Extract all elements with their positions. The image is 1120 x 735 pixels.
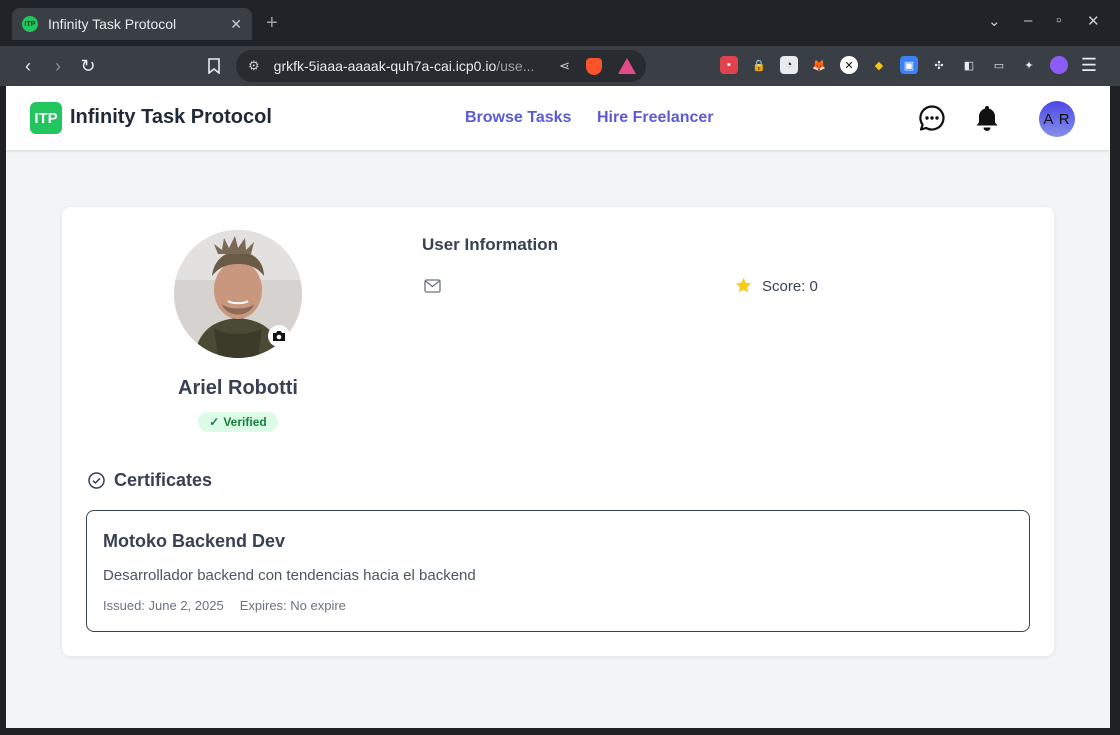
mail-icon [424,279,441,293]
tab-list-chevron-icon[interactable]: ⌄ [988,12,1001,30]
chat-icon[interactable] [918,104,946,132]
user-information-title: User Information [422,235,559,254]
bell-icon[interactable] [974,104,1000,132]
certificate-issued: Issued: June 2, 2025 [103,598,224,613]
certificate-meta: Issued: June 2, 2025 Expires: No expire [103,598,346,613]
lock-extension-icon[interactable]: 🔒 [750,56,768,74]
browser-tab[interactable]: ITP Infinity Task Protocol ✕ [12,8,252,40]
tab-favicon: ITP [22,16,38,32]
certificates-heading: Certificates [114,470,213,490]
star-icon [736,278,751,293]
extensions-puzzle-icon[interactable]: ✣ [930,56,948,74]
tab-title: Infinity Task Protocol [48,16,177,32]
url-host: grkfk-5iaaa-aaaak-quh7a-cai.icp0.io [273,58,497,74]
logo-text[interactable]: Infinity Task Protocol [70,106,272,129]
bookmark-icon[interactable] [202,54,226,78]
bee-extension-icon[interactable]: ◆ [870,56,888,74]
certificate-name: Motoko Backend Dev [103,531,286,551]
nav-link-browse-tasks[interactable]: Browse Tasks [465,109,571,127]
avatar[interactable]: A R [1039,101,1075,137]
new-tab-button[interactable]: + [266,12,278,35]
sidebar-icon[interactable]: ◧ [960,56,978,74]
ghost-extension-icon[interactable]: ◔ [780,56,798,74]
back-icon[interactable]: ‹ [16,54,40,78]
page-viewport: ITP Infinity Task Protocol Browse Tasks … [6,86,1110,728]
brave-shields-icon[interactable] [586,58,602,75]
wallet-icon[interactable]: ▭ [990,56,1008,74]
address-bar[interactable]: ⚙ grkfk-5iaaa-aaaak-quh7a-cai.icp0.io/us… [236,50,646,82]
profile-extension-icon[interactable] [1050,56,1068,74]
browser-tab-strip: ITP Infinity Task Protocol ✕ + ⌄ – ▫ ✕ [0,0,1120,46]
verified-badge: ✓ Verified [198,412,278,432]
certificate-description: Desarrollador backend con tendencias hac… [103,567,476,584]
minimize-icon[interactable]: – [1024,12,1032,29]
site-settings-icon[interactable]: ⚙ [248,58,260,74]
forward-icon[interactable]: › [46,54,70,78]
user-name: Ariel Robotti [178,377,298,399]
maximize-icon[interactable]: ▫ [1056,12,1061,29]
share-icon[interactable]: ⋖ [559,58,570,74]
brave-rewards-icon[interactable] [618,58,636,74]
browser-toolbar: ‹ › ↻ ⚙ grkfk-5iaaa-aaaak-quh7a-cai.icp0… [0,46,1120,86]
verified-label: Verified [223,415,267,429]
pocket-extension-icon[interactable]: ▪ [720,56,738,74]
leo-ai-icon[interactable]: ✦ [1020,56,1038,74]
menu-icon[interactable]: ☰ [1080,55,1098,75]
window-close-icon[interactable]: ✕ [1087,12,1100,30]
score-text: Score: 0 [762,278,818,295]
nav-link-hire-freelancer[interactable]: Hire Freelancer [597,109,714,127]
reload-icon[interactable]: ↻ [76,54,100,78]
certificate-expires: Expires: No expire [239,598,346,613]
url-path: /use... [496,58,535,74]
check-icon: ✓ [209,415,220,429]
certificate-card[interactable]: Motoko Backend Dev Desarrollador backend… [86,510,1030,632]
camera-icon[interactable] [268,325,290,347]
app-navbar: ITP Infinity Task Protocol Browse Tasks … [6,86,1110,150]
profile-card: Ariel Robotti ✓ Verified User Informatio… [62,207,1054,656]
check-circle-icon [88,472,105,489]
tab-close-icon[interactable]: ✕ [230,16,242,33]
shield-extension-icon[interactable]: ▣ [900,56,918,74]
metamask-extension-icon[interactable]: 🦊 [810,56,828,74]
x-extension-icon[interactable]: ✕ [840,56,858,74]
logo-badge[interactable]: ITP [30,102,62,134]
